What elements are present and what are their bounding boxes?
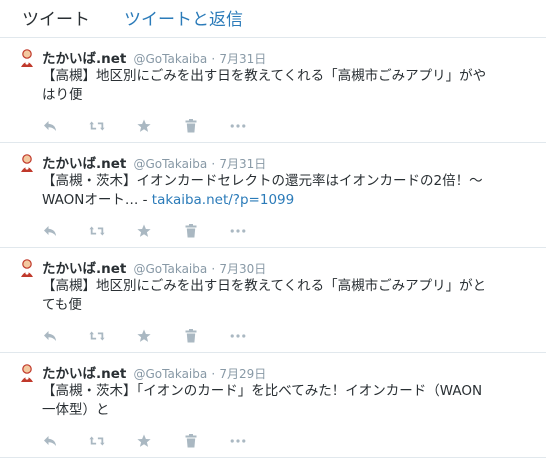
more-icon[interactable] bbox=[230, 328, 246, 344]
retweet-icon[interactable] bbox=[89, 328, 105, 344]
tweet-text-content: 【高槻】地区別にごみを出す日を教えてくれる「高槻市ごみアプリ」がや はり便 bbox=[42, 68, 487, 103]
star-icon[interactable] bbox=[136, 223, 152, 239]
tweet-text: 【高槻・茨木】「イオンのカード」を比べてみた！イオンカード（WAON 一体型）と bbox=[42, 382, 532, 420]
tweet-actions bbox=[42, 328, 277, 344]
profile-tabs: ツイート ツイートと返信 bbox=[0, 0, 546, 38]
tweet-header: たかいば.net @GoTakaiba · 7月31日 bbox=[42, 152, 266, 172]
tweet-timestamp[interactable]: 7月29日 bbox=[219, 367, 266, 381]
tweet-fullname[interactable]: たかいば.net bbox=[42, 51, 126, 67]
reply-icon[interactable] bbox=[42, 118, 58, 134]
avatar-icon[interactable] bbox=[18, 153, 36, 173]
retweet-icon[interactable] bbox=[89, 118, 105, 134]
tweet-text: 【高槻・茨木】イオンカードセレクトの還元率はイオンカードの2倍！〜 WAONオー… bbox=[42, 172, 532, 210]
trash-icon[interactable] bbox=[183, 223, 199, 239]
trash-icon[interactable] bbox=[183, 433, 199, 449]
tweet[interactable]: たかいば.net @GoTakaiba · 7月31日 【高槻・茨木】イオンカー… bbox=[0, 143, 546, 248]
retweet-icon[interactable] bbox=[89, 223, 105, 239]
star-icon[interactable] bbox=[136, 328, 152, 344]
tweet[interactable]: たかいば.net @GoTakaiba · 7月31日 【高槻】地区別にごみを出… bbox=[0, 38, 546, 143]
tweet-dot: · bbox=[211, 52, 216, 66]
more-icon[interactable] bbox=[230, 118, 246, 134]
timeline: たかいば.net @GoTakaiba · 7月31日 【高槻】地区別にごみを出… bbox=[0, 38, 546, 458]
tweet-text-content: 【高槻】地区別にごみを出す日を教えてくれる「高槻市ごみアプリ」がと ても便 bbox=[42, 278, 487, 313]
tab-tweets[interactable]: ツイート bbox=[22, 5, 90, 37]
avatar-icon[interactable] bbox=[18, 48, 36, 68]
tweet-text: 【高槻】地区別にごみを出す日を教えてくれる「高槻市ごみアプリ」がや はり便 bbox=[42, 67, 532, 105]
tweet-header: たかいば.net @GoTakaiba · 7月30日 bbox=[42, 257, 266, 277]
reply-icon[interactable] bbox=[42, 223, 58, 239]
tweet-username[interactable]: @GoTakaiba bbox=[134, 157, 208, 171]
tweet-text: 【高槻】地区別にごみを出す日を教えてくれる「高槻市ごみアプリ」がと ても便 bbox=[42, 277, 532, 315]
more-icon[interactable] bbox=[230, 433, 246, 449]
tweet[interactable]: たかいば.net @GoTakaiba · 7月29日 【高槻・茨木】「イオンの… bbox=[0, 353, 546, 458]
tweet-link[interactable]: takaiba.net/?p=1099 bbox=[152, 192, 294, 208]
more-icon[interactable] bbox=[230, 223, 246, 239]
tweet-fullname[interactable]: たかいば.net bbox=[42, 366, 126, 382]
reply-icon[interactable] bbox=[42, 433, 58, 449]
tweet-fullname[interactable]: たかいば.net bbox=[42, 156, 126, 172]
tweet-text-content: 【高槻・茨木】「イオンのカード」を比べてみた！イオンカード（WAON 一体型）と bbox=[42, 383, 483, 418]
tweet-username[interactable]: @GoTakaiba bbox=[134, 367, 208, 381]
tweet[interactable]: たかいば.net @GoTakaiba · 7月30日 【高槻】地区別にごみを出… bbox=[0, 248, 546, 353]
tweet-dot: · bbox=[211, 157, 216, 171]
tweet-fullname[interactable]: たかいば.net bbox=[42, 261, 126, 277]
tweet-username[interactable]: @GoTakaiba bbox=[134, 262, 208, 276]
star-icon[interactable] bbox=[136, 118, 152, 134]
tweet-timestamp[interactable]: 7月30日 bbox=[219, 262, 266, 276]
avatar-icon[interactable] bbox=[18, 258, 36, 278]
tweet-timestamp[interactable]: 7月31日 bbox=[219, 157, 266, 171]
tweet-actions bbox=[42, 433, 277, 449]
trash-icon[interactable] bbox=[183, 328, 199, 344]
star-icon[interactable] bbox=[136, 433, 152, 449]
tweet-actions bbox=[42, 223, 277, 239]
tweet-header: たかいば.net @GoTakaiba · 7月31日 bbox=[42, 47, 266, 67]
retweet-icon[interactable] bbox=[89, 433, 105, 449]
tweet-dot: · bbox=[211, 367, 216, 381]
tweet-header: たかいば.net @GoTakaiba · 7月29日 bbox=[42, 362, 266, 382]
tweet-actions bbox=[42, 118, 277, 134]
trash-icon[interactable] bbox=[183, 118, 199, 134]
avatar-icon[interactable] bbox=[18, 363, 36, 383]
tweet-timestamp[interactable]: 7月31日 bbox=[219, 52, 266, 66]
reply-icon[interactable] bbox=[42, 328, 58, 344]
tab-tweets-and-replies[interactable]: ツイートと返信 bbox=[124, 5, 243, 37]
tweet-dot: · bbox=[211, 262, 216, 276]
tweet-username[interactable]: @GoTakaiba bbox=[134, 52, 208, 66]
